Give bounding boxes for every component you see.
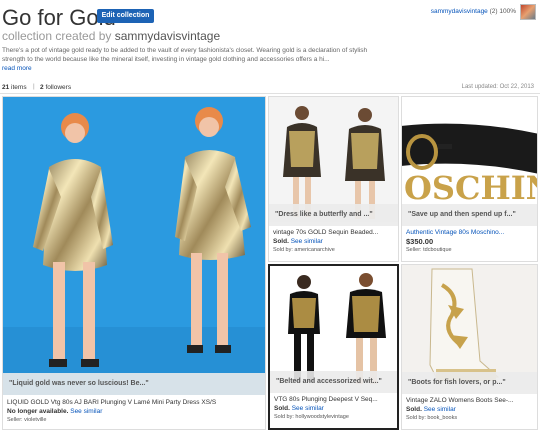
item-price: $350.00 [406,237,434,246]
items-count: 21 items [2,84,27,91]
see-similar-link[interactable]: See similar [70,408,102,415]
item-caption: "Boots for fish lovers, or p..." [402,372,537,394]
username-link[interactable]: sammydavisvintage [431,8,488,15]
collection-item-card[interactable]: OSCHIN "Save up and then spend up f..." … [401,96,538,262]
item-caption: "Liquid gold was never so luscious! Be..… [3,373,265,395]
collection-item-card[interactable]: "Liquid gold was never so luscious! Be..… [2,96,266,430]
creator-name[interactable]: sammydavisvintage [115,29,220,43]
collection-header: Go for Gold Edit collection collection c… [0,0,540,80]
item-caption: "Belted and accessorized wit..." [270,371,397,393]
followers-count[interactable]: 2 followers [40,84,71,91]
item-info: Vintage ZALO Womens Boots See-... Sold. … [406,396,533,423]
item-title[interactable]: vintage 70s GOLD Sequin Beaded... [273,228,394,237]
item-status: Sold. See similar [406,406,456,413]
read-more-link[interactable]: read more [2,65,32,72]
seller-name[interactable]: americanarchive [294,247,334,253]
collection-item-card[interactable]: "Belted and accessorized wit..." VTG 80s… [268,264,399,430]
item-image[interactable] [3,97,265,395]
last-updated: Last updated: Oct 22, 2013 [461,84,534,90]
edit-collection-button[interactable]: Edit collection [97,9,154,23]
item-seller: Seller: violetville [7,417,47,423]
seller-name[interactable]: tdcboutique [423,247,451,253]
item-status: Sold. See similar [274,405,324,412]
item-seller: Sold by: book_books [406,415,458,421]
item-caption: "Save up and then spend up f..." [402,204,537,226]
item-title[interactable]: Vintage ZALO Womens Boots See-... [406,396,533,405]
item-info: Authentic Vintage 80s Moschino... $350.0… [406,228,533,255]
avatar[interactable] [520,4,536,20]
item-caption: "Dress like a butterfly and ..." [269,204,398,226]
item-info: LIQUID GOLD Vtg 80s AJ BARI Plunging V L… [7,398,261,425]
see-similar-link[interactable]: See similar [424,406,456,413]
see-similar-link[interactable]: See similar [291,238,323,245]
item-seller: Sold by: americanarchive [273,247,335,253]
see-similar-link[interactable]: See similar [292,405,324,412]
seller-name[interactable]: hollywoodstylevintage [295,414,349,420]
stats-divider: | [33,83,35,90]
collection-item-card[interactable]: "Boots for fish lovers, or p..." Vintage… [401,264,538,430]
item-title[interactable]: VTG 80s Plunging Deepest V Seq... [274,395,393,404]
collection-subtitle: collection created by sammydavisvintage [2,29,220,43]
item-status: Sold. See similar [273,238,323,245]
feedback-score: (2) [489,8,498,15]
seller-name[interactable]: violetville [24,417,46,423]
item-seller: Seller: tdcboutique [406,247,452,253]
item-title[interactable]: LIQUID GOLD Vtg 80s AJ BARI Plunging V L… [7,398,261,407]
item-status: No longer available. See similar [7,408,103,415]
feedback-percent: 100% [499,8,516,15]
item-info: VTG 80s Plunging Deepest V Seq... Sold. … [274,395,393,422]
item-title[interactable]: Authentic Vintage 80s Moschino... [406,228,533,237]
collection-description: There's a pot of vintage gold ready to b… [2,46,392,73]
subtitle-prefix: collection created by [2,29,112,43]
belt-lettering: OSCHIN [404,169,537,207]
stats-bar: 21 items | 2 followers Last updated: Oct… [0,82,540,94]
collection-item-card[interactable]: "Dress like a butterfly and ..." vintage… [268,96,399,262]
user-info: sammydavisvintage (2) 100% [431,8,516,15]
description-text: There's a pot of vintage gold ready to b… [2,47,368,63]
item-info: vintage 70s GOLD Sequin Beaded... Sold. … [273,228,394,255]
seller-name[interactable]: book_books [427,415,457,421]
item-seller: Sold by: hollywoodstylevintage [274,414,349,420]
